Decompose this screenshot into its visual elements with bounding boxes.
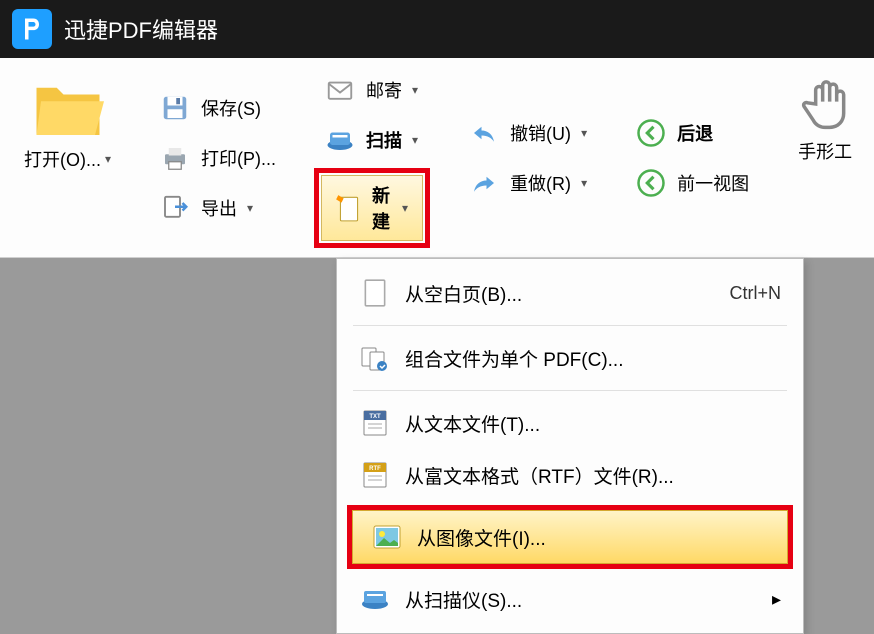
menu-scanner-label: 从扫描仪(S)... [405, 586, 758, 613]
hand-label: 手形工 [798, 138, 852, 164]
folder-open-icon [32, 76, 104, 140]
chevron-down-icon: ▾ [402, 201, 408, 215]
undo-label: 撤销(U) [510, 120, 571, 146]
export-label: 导出 [201, 195, 237, 221]
pdf-logo-icon [18, 15, 46, 43]
menu-combine-label: 组合文件为单个 PDF(C)... [405, 345, 781, 372]
mail-icon [324, 74, 356, 106]
mail-label: 邮寄 [366, 77, 402, 103]
new-highlight: 新建 ▾ [314, 168, 430, 248]
scan-button[interactable]: 扫描 ▾ [314, 118, 430, 162]
menu-from-text[interactable]: TXT 从文本文件(T)... [341, 397, 799, 449]
chevron-down-icon: ▾ [581, 126, 587, 140]
menu-from-scanner[interactable]: 从扫描仪(S)... ▸ [341, 573, 799, 625]
chevron-down-icon: ▾ [581, 176, 587, 190]
toolbar: 打开(O)... ▾ 保存(S) 打印(P)... 导出 ▾ [0, 58, 874, 258]
menu-blank-shortcut: Ctrl+N [729, 283, 781, 304]
image-file-icon [371, 521, 403, 553]
blank-page-icon [359, 277, 391, 309]
export-button[interactable]: 导出 ▾ [149, 186, 286, 230]
mail-button[interactable]: 邮寄 ▾ [314, 68, 430, 112]
nav-group: 后退 前一视图 [617, 66, 767, 249]
menu-separator [353, 325, 787, 326]
chevron-down-icon: ▾ [412, 133, 418, 147]
menu-text-label: 从文本文件(T)... [405, 410, 781, 437]
menu-blank-page[interactable]: 从空白页(B)... Ctrl+N [341, 267, 799, 319]
new-label: 新建 [372, 182, 392, 234]
prevview-button[interactable]: 前一视图 [625, 161, 759, 205]
svg-text:RTF: RTF [369, 466, 381, 472]
combine-icon [359, 342, 391, 374]
menu-from-rtf[interactable]: RTF 从富文本格式（RTF）文件(R)... [341, 449, 799, 501]
save-button[interactable]: 保存(S) [149, 86, 286, 130]
titlebar: 迅捷PDF编辑器 [0, 0, 874, 58]
menu-separator [353, 390, 787, 391]
hand-group: 手形工 [779, 66, 871, 249]
open-group: 打开(O)... ▾ [6, 66, 129, 249]
redo-label: 重做(R) [510, 170, 571, 196]
chevron-down-icon: ▾ [412, 83, 418, 97]
chevron-down-icon: ▾ [105, 152, 111, 166]
hand-icon [797, 76, 853, 132]
app-logo [12, 9, 52, 49]
redo-icon [468, 167, 500, 199]
hand-button[interactable]: 手形工 [787, 70, 863, 170]
menu-blank-label: 从空白页(B)... [405, 280, 715, 307]
save-icon [159, 92, 191, 124]
undo-icon [468, 117, 500, 149]
app-title: 迅捷PDF编辑器 [64, 13, 218, 45]
prevview-icon [635, 167, 667, 199]
back-icon [635, 117, 667, 149]
submenu-arrow-icon: ▸ [772, 589, 781, 610]
txt-icon: TXT [359, 407, 391, 439]
printer-icon [159, 142, 191, 174]
new-doc-icon [336, 194, 362, 222]
scanner-icon [324, 124, 356, 156]
back-label: 后退 [677, 120, 713, 146]
prevview-label: 前一视图 [677, 170, 749, 196]
chevron-down-icon: ▾ [247, 201, 253, 215]
menu-image-highlight: 从图像文件(I)... [347, 505, 793, 569]
menu-from-image[interactable]: 从图像文件(I)... [352, 510, 788, 564]
print-label: 打印(P)... [201, 145, 276, 171]
open-button[interactable]: 打开(O)... ▾ [14, 70, 121, 178]
redo-button[interactable]: 重做(R) ▾ [458, 161, 597, 205]
rtf-icon: RTF [359, 459, 391, 491]
print-button[interactable]: 打印(P)... [149, 136, 286, 180]
scanner-menu-icon [359, 583, 391, 615]
menu-image-label: 从图像文件(I)... [417, 524, 769, 551]
history-group: 撤销(U) ▾ 重做(R) ▾ [450, 66, 605, 249]
menu-rtf-label: 从富文本格式（RTF）文件(R)... [405, 462, 781, 489]
file-group: 保存(S) 打印(P)... 导出 ▾ [141, 66, 294, 249]
new-dropdown-menu: 从空白页(B)... Ctrl+N 组合文件为单个 PDF(C)... TXT … [336, 258, 804, 634]
svg-text:TXT: TXT [369, 414, 381, 420]
new-button[interactable]: 新建 ▾ [321, 175, 423, 241]
undo-button[interactable]: 撤销(U) ▾ [458, 111, 597, 155]
back-button[interactable]: 后退 [625, 111, 759, 155]
save-label: 保存(S) [201, 95, 261, 121]
scan-label: 扫描 [366, 127, 402, 153]
open-label: 打开(O)... ▾ [24, 146, 111, 172]
menu-combine[interactable]: 组合文件为单个 PDF(C)... [341, 332, 799, 384]
export-icon [159, 192, 191, 224]
create-group: 邮寄 ▾ 扫描 ▾ 新建 ▾ [306, 66, 438, 249]
